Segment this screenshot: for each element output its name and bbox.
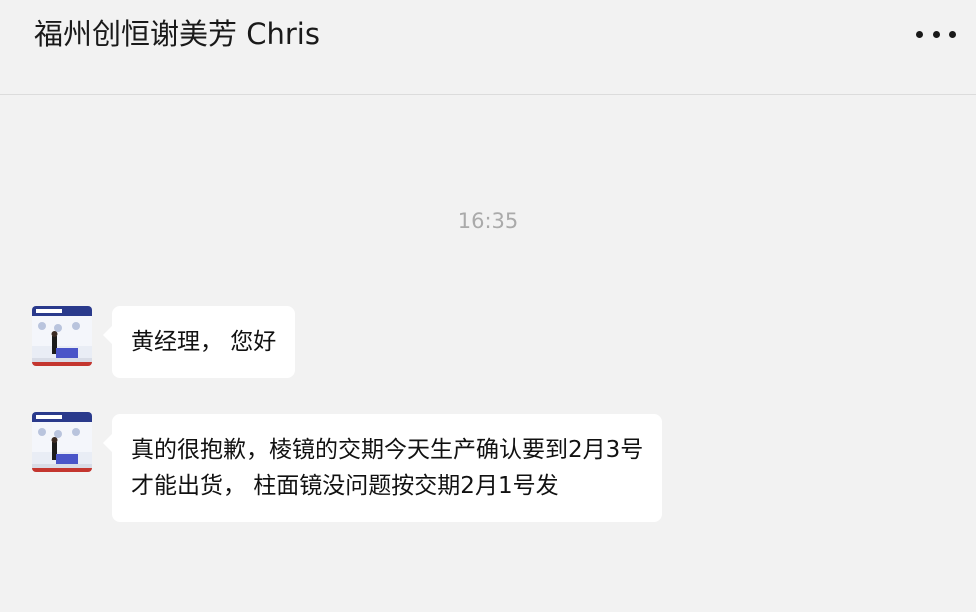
message-timestamp: 16:35 [457,209,519,233]
dot [916,30,923,38]
avatar[interactable] [32,306,92,366]
message-bubble[interactable]: 真的很抱歉，棱镜的交期今天生产确认要到2月3号 才能出货， 柱面镜没问题按交期2… [102,414,663,522]
dot [932,30,940,38]
more-dots-icon[interactable] [916,24,956,44]
dot [949,30,956,38]
message-text-line: 才能出货， 柱面镜没问题按交期2月1号发 [131,473,559,499]
message-text: 黄经理， 您好 [131,329,277,355]
message-text-line: 真的很抱歉，棱镜的交期今天生产确认要到2月3号 [131,437,644,463]
avatar-image [32,306,92,366]
chat-header: 福州创恒谢美芳 Chris [0,0,976,95]
message-bubble[interactable]: 黄经理， 您好 [102,306,296,378]
avatar[interactable] [32,412,92,472]
chat-title: 福州创恒谢美芳 Chris [34,17,320,51]
avatar-image [32,412,92,472]
